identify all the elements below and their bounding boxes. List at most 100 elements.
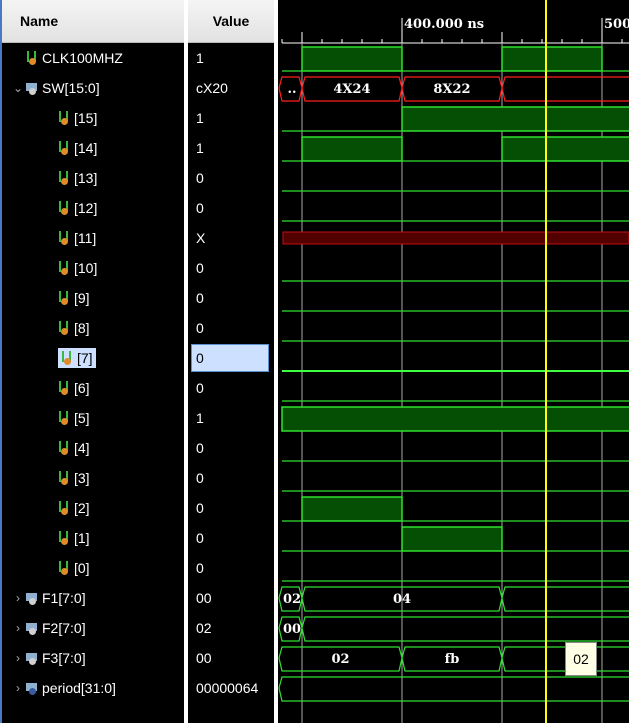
bus-segment [278, 676, 629, 702]
signal-name: [1] [74, 530, 90, 546]
signal-value: 0 [196, 560, 204, 576]
signal-value-row[interactable]: X [188, 223, 274, 253]
logic-signal-icon [58, 141, 70, 155]
signal-row[interactable]: [13] [2, 163, 184, 193]
signal-row[interactable]: › F3[7:0] [2, 643, 184, 673]
logic-signal-icon [58, 111, 70, 125]
signal-name: [7] [77, 350, 93, 366]
signal-row[interactable]: › period[31:0] [2, 673, 184, 703]
signal-name: period[31:0] [42, 680, 116, 696]
signal-row[interactable]: [6] [2, 373, 184, 403]
signal-value-row[interactable]: 1 [188, 133, 274, 163]
logic-signal-icon [58, 171, 70, 185]
logic-signal-icon [61, 351, 73, 365]
expand-chevron-icon[interactable]: › [10, 591, 26, 605]
logic-signal-icon [58, 501, 70, 515]
signal-value-row[interactable]: 0 [188, 193, 274, 223]
signal-value-row[interactable]: 0 [188, 343, 274, 373]
signal-name: [10] [74, 260, 98, 276]
logic-signal-icon [58, 201, 70, 215]
expand-chevron-icon[interactable]: › [10, 681, 26, 695]
signal-value-row[interactable]: 00 [188, 643, 274, 673]
bus-signal-icon [26, 651, 38, 665]
signal-row[interactable]: [1] [2, 523, 184, 553]
signal-value-row[interactable]: cX20 [188, 73, 274, 103]
bus-value-label: 02 [331, 652, 349, 667]
signal-name: F1[7:0] [42, 590, 86, 606]
signal-value-row[interactable]: 0 [188, 463, 274, 493]
signal-name: [11] [74, 230, 97, 246]
signal-row[interactable]: [8] [2, 313, 184, 343]
expand-chevron-icon[interactable]: › [10, 621, 26, 635]
signal-name: [12] [74, 200, 98, 216]
signal-row[interactable]: [7] [2, 343, 184, 373]
signal-value: 0 [196, 470, 204, 486]
expand-chevron-icon[interactable]: › [10, 651, 26, 665]
signal-value: 1 [196, 140, 204, 156]
signal-value-row[interactable]: 1 [188, 43, 274, 73]
signal-value-row[interactable]: 0 [188, 433, 274, 463]
signal-row[interactable]: [4] [2, 433, 184, 463]
waveform-canvas[interactable]: 400.000 ns 500.. 4X24 8X22 02 04 00 02 fb [278, 0, 629, 723]
collapse-chevron-icon[interactable]: ⌄ [10, 81, 26, 95]
signal-value: 00000064 [196, 680, 259, 696]
signal-value-row[interactable]: 0 [188, 493, 274, 523]
signal-value-row[interactable]: 0 [188, 163, 274, 193]
wave-high-segment [501, 136, 629, 162]
signal-row[interactable]: › F1[7:0] [2, 583, 184, 613]
logic-signal-icon [58, 471, 70, 485]
value-column-header[interactable]: Value [188, 0, 274, 43]
signal-value-row[interactable]: 0 [188, 553, 274, 583]
signal-value-row[interactable]: 00000064 [188, 673, 274, 703]
signal-row[interactable]: [3] [2, 463, 184, 493]
bus-value-label: 00 [283, 622, 301, 637]
logic-signal-icon [58, 531, 70, 545]
signal-row[interactable]: [9] [2, 283, 184, 313]
signal-value-row[interactable]: 1 [188, 403, 274, 433]
signal-name: [3] [74, 470, 90, 486]
signal-value-row[interactable]: 0 [188, 253, 274, 283]
signal-value: 0 [196, 440, 204, 456]
wave-unknown-segment [282, 231, 629, 245]
signal-row[interactable]: › F2[7:0] [2, 613, 184, 643]
logic-signal-icon [58, 561, 70, 575]
logic-signal-icon [58, 231, 70, 245]
bus-segment [501, 76, 629, 102]
signal-value: 1 [196, 50, 204, 66]
wave-high-segment [301, 46, 403, 72]
signal-row[interactable]: [10] [2, 253, 184, 283]
signal-value: 1 [196, 110, 204, 126]
signal-row[interactable]: [15] [2, 103, 184, 133]
name-column-header[interactable]: Name [2, 0, 184, 43]
bus-signal-icon [26, 621, 38, 635]
bus-signal-icon [26, 81, 38, 95]
bus-value-label: 4X24 [333, 82, 370, 97]
logic-signal-icon [58, 291, 70, 305]
signal-row[interactable]: CLK100MHZ [2, 43, 184, 73]
signal-value-row[interactable]: 0 [188, 523, 274, 553]
signal-value-row[interactable]: 0 [188, 283, 274, 313]
bus-value-label: 04 [393, 592, 411, 607]
logic-signal-icon [58, 411, 70, 425]
signal-value: 0 [196, 200, 204, 216]
signal-name: F2[7:0] [42, 620, 86, 636]
signal-row[interactable]: [12] [2, 193, 184, 223]
name-panel: Name CLK100MHZ ⌄ SW[15:0] [15] [14] [13] [12] [… [0, 0, 184, 723]
signal-value: 0 [196, 530, 204, 546]
signal-value-row[interactable]: 02 [188, 613, 274, 643]
signal-row[interactable]: [5] [2, 403, 184, 433]
waveform-panel[interactable]: 400.000 ns 500.. 4X24 8X22 02 04 00 02 fb [278, 0, 629, 723]
signal-name: [9] [74, 290, 90, 306]
signal-row[interactable]: [14] [2, 133, 184, 163]
signal-row[interactable]: [2] [2, 493, 184, 523]
wave-high-segment [401, 106, 629, 132]
signal-value-row[interactable]: 0 [188, 373, 274, 403]
bus-value-label: fb [445, 652, 460, 667]
signal-row[interactable]: [11] [2, 223, 184, 253]
signal-row[interactable]: [0] [2, 553, 184, 583]
signal-value-row[interactable]: 1 [188, 103, 274, 133]
signal-row[interactable]: ⌄ SW[15:0] [2, 73, 184, 103]
signal-value-row[interactable]: 00 [188, 583, 274, 613]
signal-value-row[interactable]: 0 [188, 313, 274, 343]
wave-high-segment [281, 406, 629, 432]
